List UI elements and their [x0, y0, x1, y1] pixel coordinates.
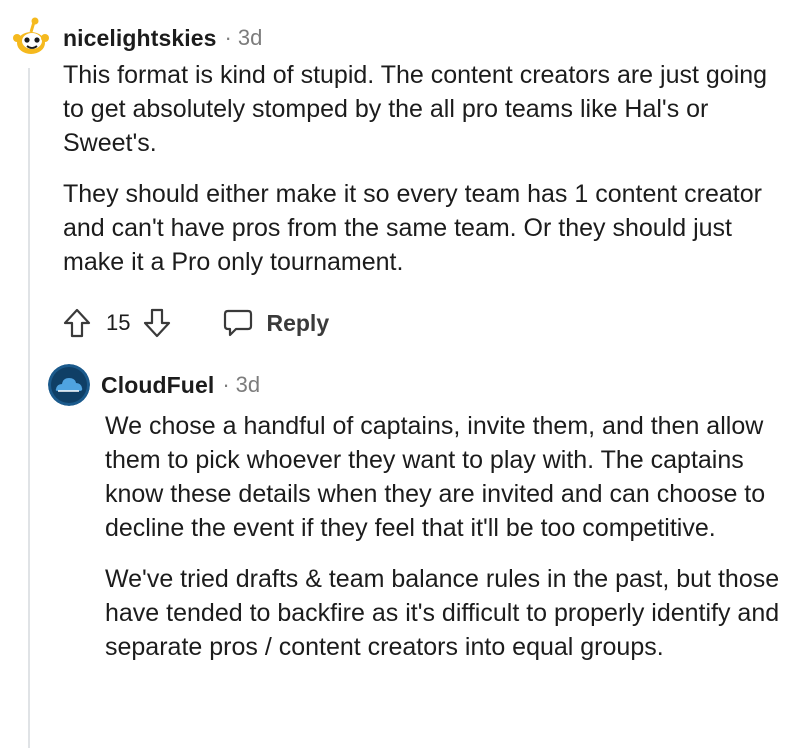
meta-separator: ·	[224, 25, 232, 50]
comment-header: nicelightskies · 3d	[8, 16, 262, 60]
comment-body: This format is kind of stupid. The conte…	[63, 58, 783, 279]
cloud-logo-icon[interactable]	[48, 364, 90, 406]
snoo-avatar-icon[interactable]	[8, 16, 52, 60]
reply-age: 3d	[235, 372, 261, 397]
vote-score: 15	[106, 310, 131, 335]
speech-bubble-icon	[222, 307, 254, 339]
comment-age: 3d	[237, 25, 263, 50]
comment-author[interactable]: nicelightskies	[63, 25, 217, 52]
comment-paragraph: They should either make it so every team…	[63, 180, 762, 276]
reply-label: Reply	[266, 309, 330, 336]
reply-author[interactable]: CloudFuel	[101, 372, 214, 399]
downvote-arrow-icon[interactable]	[142, 307, 172, 339]
reply-paragraph: We've tried drafts & team balance rules …	[105, 565, 780, 661]
reply-body: We chose a handful of captains, invite t…	[105, 409, 785, 664]
comment-actions: 15 Reply	[62, 303, 329, 343]
comment-paragraph: This format is kind of stupid. The conte…	[63, 61, 768, 157]
meta-separator: ·	[222, 372, 230, 397]
reply-paragraph: We chose a handful of captains, invite t…	[105, 412, 766, 542]
thread-line[interactable]	[28, 68, 30, 748]
upvote-arrow-icon[interactable]	[62, 307, 92, 339]
reply-button[interactable]: Reply	[222, 307, 329, 339]
reply-header: CloudFuel · 3d	[48, 364, 260, 406]
